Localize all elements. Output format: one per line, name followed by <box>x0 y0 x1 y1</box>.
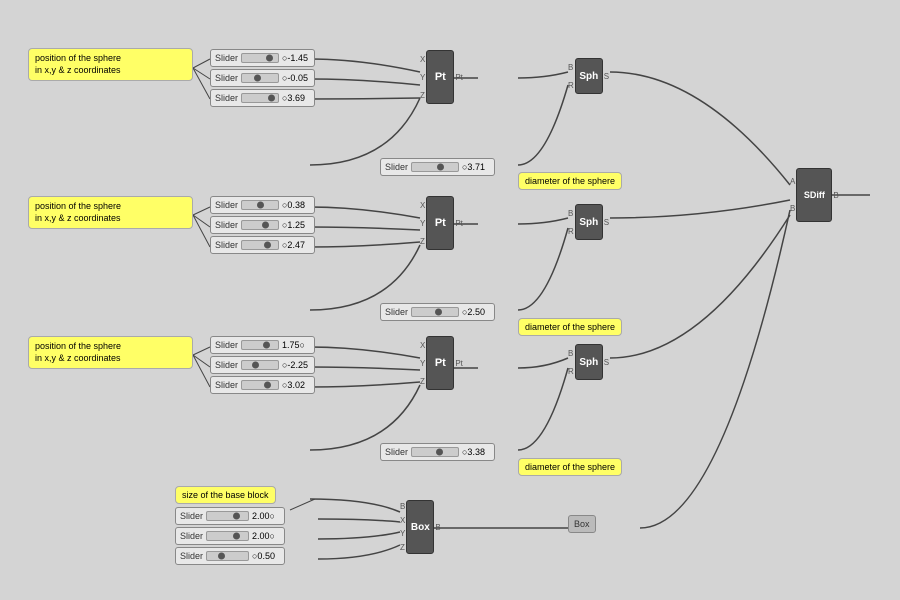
group2-pt-component: XYZ Pt Pt <box>420 196 463 250</box>
slider-track[interactable] <box>241 53 279 63</box>
base-slider-x[interactable]: Slider 2.00○ <box>175 527 285 545</box>
base-slider-y[interactable]: Slider ○0.50 <box>175 547 285 565</box>
slider-track[interactable] <box>241 73 279 83</box>
group2-slider-z[interactable]: Slider ○2.47 <box>210 236 315 254</box>
slider-track[interactable] <box>241 220 279 230</box>
pt-box: Pt <box>426 196 454 250</box>
sdiff-component: AB SDiff B <box>790 168 839 222</box>
box-box: Box <box>406 500 434 554</box>
group3-slider-x[interactable]: Slider 1.75○ <box>210 336 315 354</box>
slider-track[interactable] <box>206 511 249 521</box>
slider-label: Slider <box>215 73 238 83</box>
group1-slider-x[interactable]: Slider ○-1.45 <box>210 49 315 67</box>
slider-label: Slider <box>215 93 238 103</box>
slider-track[interactable] <box>241 380 279 390</box>
slider-track[interactable] <box>411 162 459 172</box>
group2-slider-y[interactable]: Slider ○1.25 <box>210 216 315 234</box>
group2-sph-component: BR Sph S <box>568 204 609 240</box>
slider-track[interactable] <box>241 240 279 250</box>
slider-label: Slider <box>385 162 408 172</box>
sph-box: Sph <box>575 344 603 380</box>
group1-slider-y[interactable]: Slider ○-0.05 <box>210 69 315 87</box>
group3-slider-z[interactable]: Slider ○3.02 <box>210 376 315 394</box>
group1-slider-z[interactable]: Slider ○3.69 <box>210 89 315 107</box>
slider-track[interactable] <box>206 551 249 561</box>
group3-slider-r[interactable]: Slider ○3.38 <box>380 443 495 461</box>
slider-value: ○-0.05 <box>282 73 310 83</box>
group1-pt-component: XYZ Pt Pt <box>420 50 463 104</box>
group3-position-label: position of the sphere in x,y & z coordi… <box>28 336 193 369</box>
slider-track[interactable] <box>241 93 279 103</box>
slider-track[interactable] <box>241 360 279 370</box>
slider-value: ○3.69 <box>282 93 310 103</box>
sph-box: Sph <box>575 204 603 240</box>
sph-box: Sph <box>575 58 603 94</box>
base-block-label: size of the base block <box>175 486 276 504</box>
group3-pt-component: XYZ Pt Pt <box>420 336 463 390</box>
slider-track[interactable] <box>206 531 249 541</box>
slider-value: ○3.71 <box>462 162 490 172</box>
group3-diameter-label: diameter of the sphere <box>518 458 622 476</box>
group1-diameter-label: diameter of the sphere <box>518 172 622 190</box>
slider-track[interactable] <box>241 340 279 350</box>
pt-box: Pt <box>426 50 454 104</box>
slider-value: ○-1.45 <box>282 53 310 63</box>
group3-sph-component: BR Sph S <box>568 344 609 380</box>
slider-track[interactable] <box>241 200 279 210</box>
group1-slider-r[interactable]: Slider ○3.71 <box>380 158 495 176</box>
group2-diameter-label: diameter of the sphere <box>518 318 622 336</box>
slider-label: Slider <box>215 53 238 63</box>
group3-slider-y[interactable]: Slider ○-2.25 <box>210 356 315 374</box>
sdiff-box: SDiff <box>796 168 832 222</box>
box-pass-component: Box <box>568 515 596 533</box>
slider-track[interactable] <box>411 307 459 317</box>
group1-position-label: position of the sphere in x,y & z coordi… <box>28 48 193 81</box>
pt-box: Pt <box>426 336 454 390</box>
slider-track[interactable] <box>411 447 459 457</box>
group2-slider-x[interactable]: Slider ○0.38 <box>210 196 315 214</box>
group1-sph-component: BR Sph S <box>568 58 609 94</box>
base-slider-b[interactable]: Slider 2.00○ <box>175 507 285 525</box>
box-component: BXYZ Box B <box>400 500 441 554</box>
group2-position-label: position of the sphere in x,y & z coordi… <box>28 196 193 229</box>
group2-slider-r[interactable]: Slider ○2.50 <box>380 303 495 321</box>
